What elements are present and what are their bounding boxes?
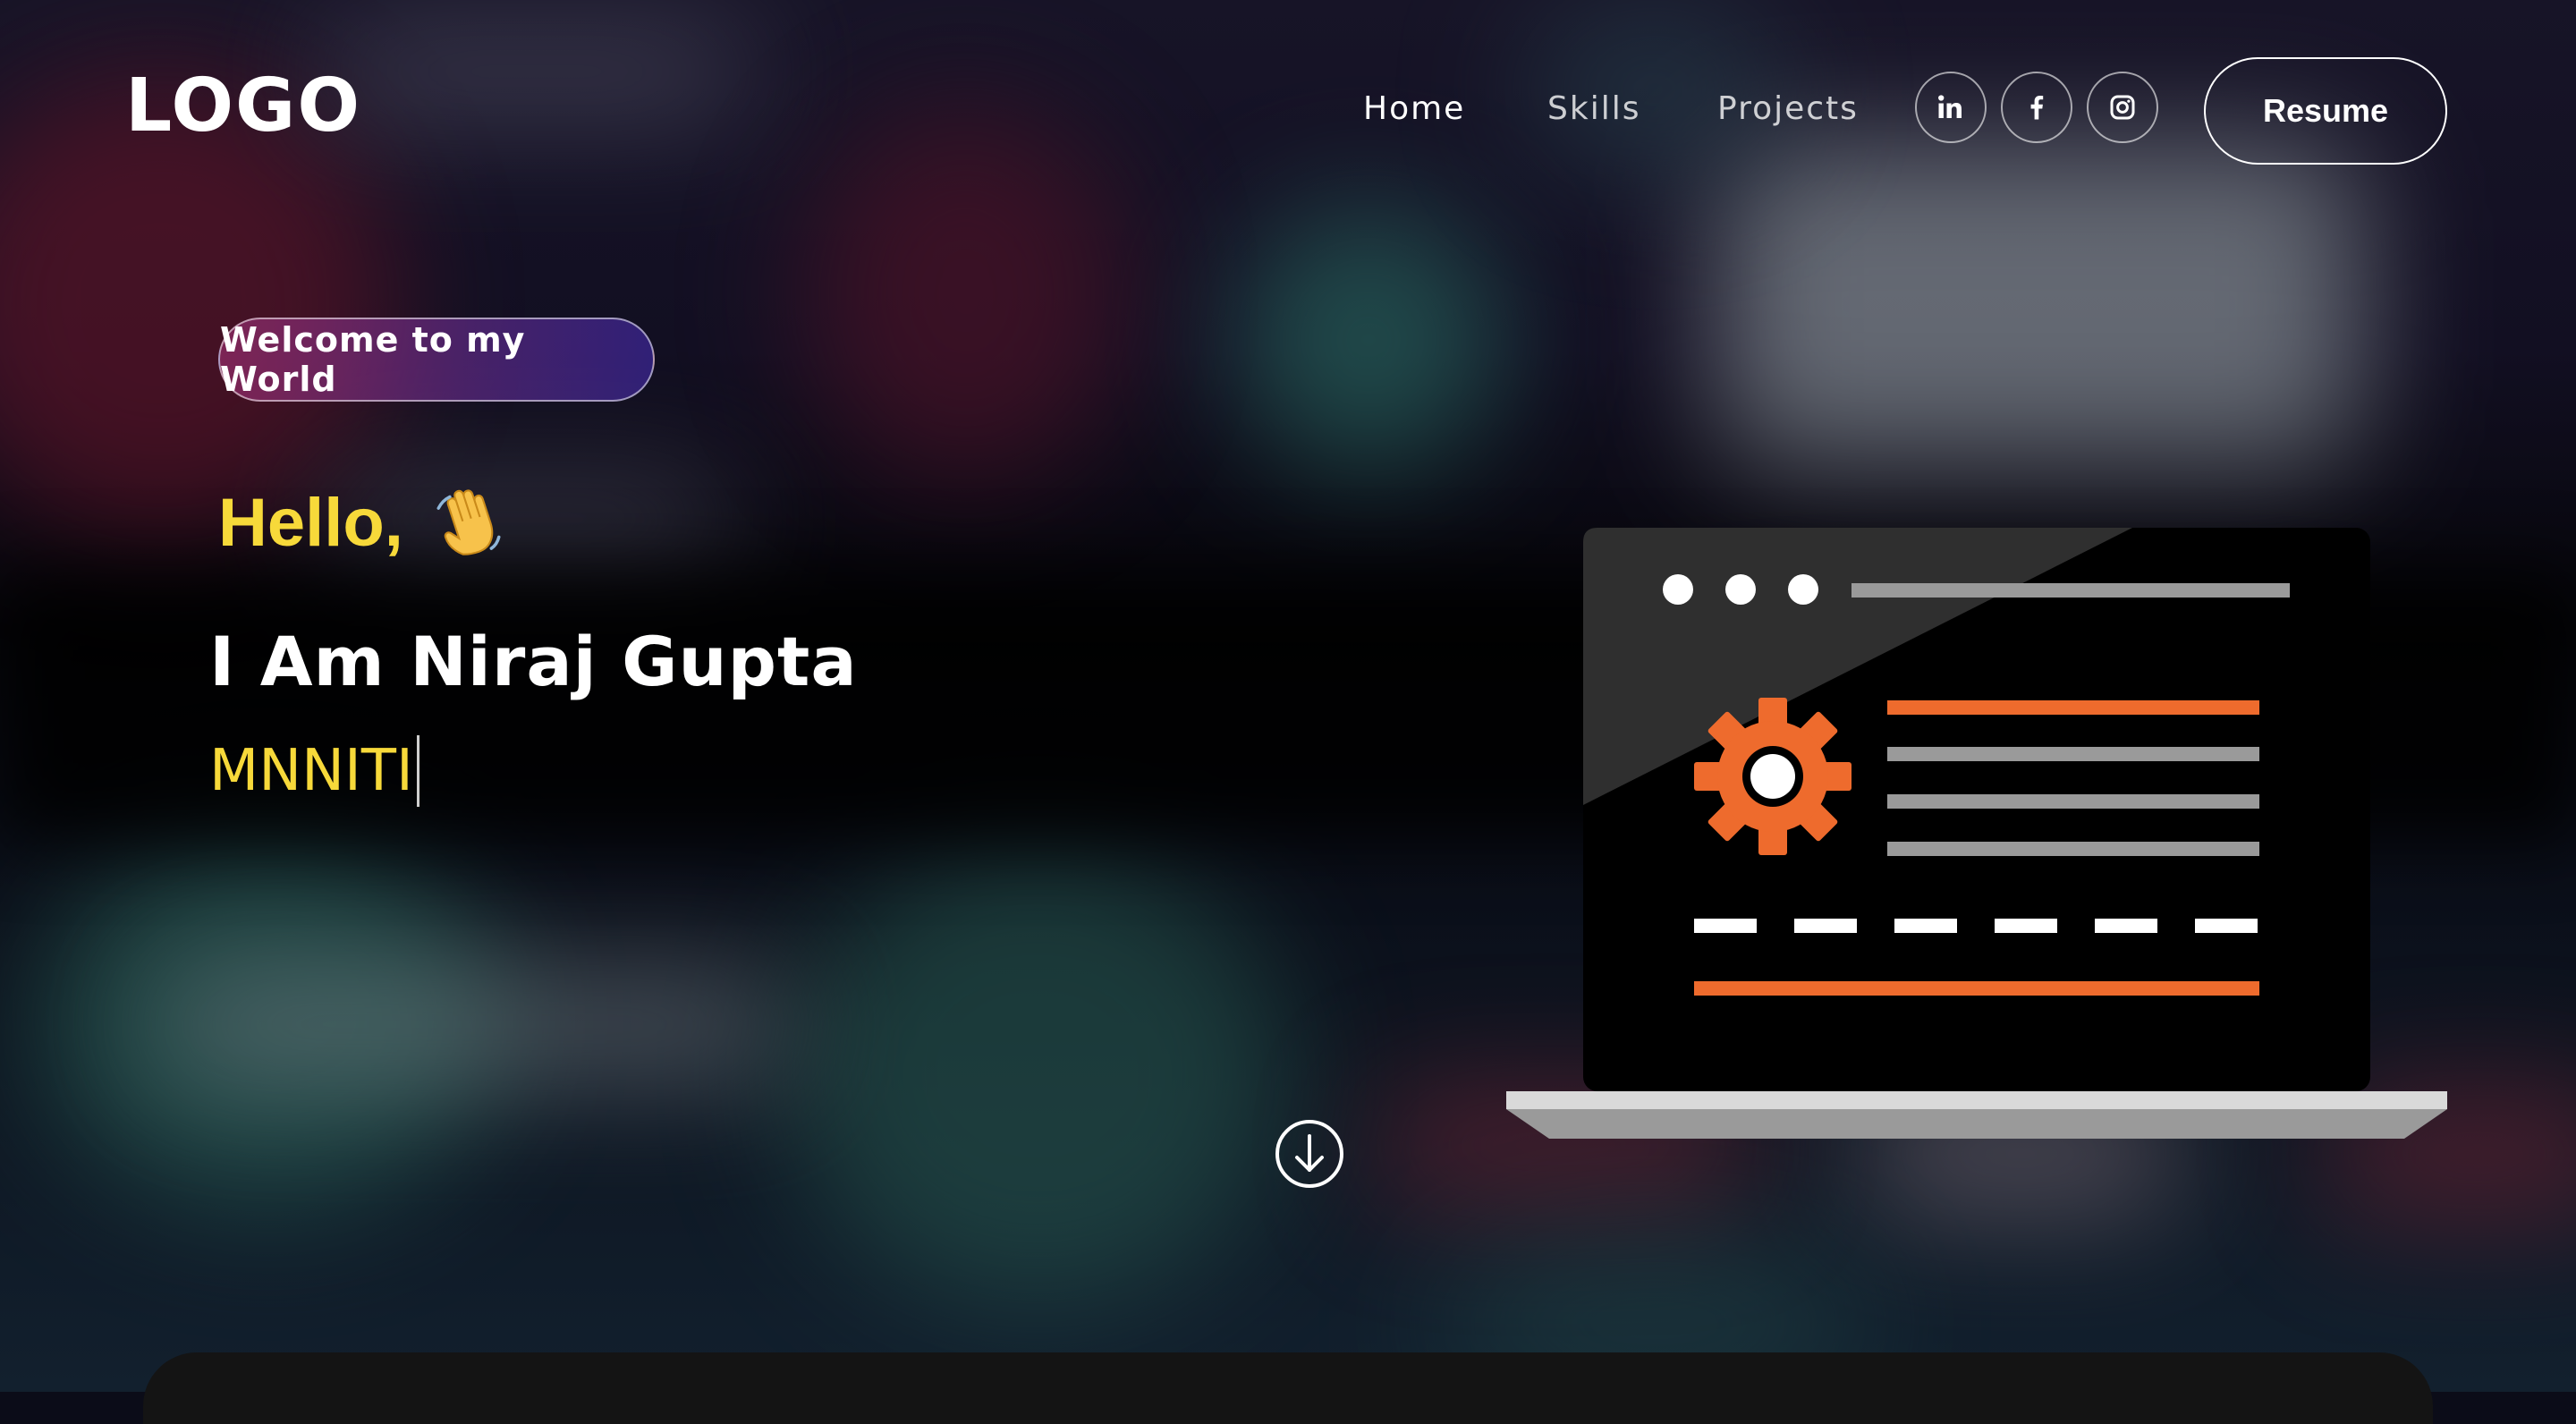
laptop-base (1506, 1109, 2447, 1139)
window-dot (1663, 574, 1693, 605)
window-dot (1788, 574, 1818, 605)
hero-name: I Am Niraj Gupta (209, 622, 858, 701)
nav-projects[interactable]: Projects (1717, 93, 1859, 125)
content-line (1887, 747, 2259, 761)
text-cursor (416, 735, 419, 807)
facebook-icon (2030, 95, 2044, 120)
laptop-base-top (1506, 1091, 2447, 1109)
linkedin-icon (1938, 95, 1962, 118)
address-bar (1852, 583, 2290, 598)
facebook-button[interactable] (2001, 72, 2072, 143)
linkedin-button[interactable] (1915, 72, 1987, 143)
welcome-badge: Welcome to my World (218, 318, 655, 402)
instagram-icon (2110, 95, 2135, 120)
content-line (1887, 794, 2259, 809)
content-line (1887, 842, 2259, 856)
next-section-panel (143, 1352, 2433, 1424)
instagram-button[interactable] (2087, 72, 2158, 143)
greeting: Hello, (218, 483, 509, 564)
gear-icon (1694, 698, 1852, 855)
typed-role: MNNITI (209, 735, 419, 807)
nav-skills[interactable]: Skills (1547, 93, 1640, 125)
content-line (1887, 700, 2259, 715)
content-line (1694, 981, 2259, 996)
typed-text: MNNITI (209, 738, 413, 804)
laptop-settings-illustration (1506, 528, 2447, 1139)
window-dot (1725, 574, 1756, 605)
greeting-text: Hello, (218, 485, 403, 561)
arrow-down-circle-icon[interactable] (1274, 1118, 1345, 1190)
logo[interactable]: LOGO (125, 70, 361, 143)
nav-home[interactable]: Home (1363, 93, 1465, 125)
resume-button[interactable]: Resume (2204, 57, 2447, 165)
waving-hand-icon (436, 489, 501, 555)
